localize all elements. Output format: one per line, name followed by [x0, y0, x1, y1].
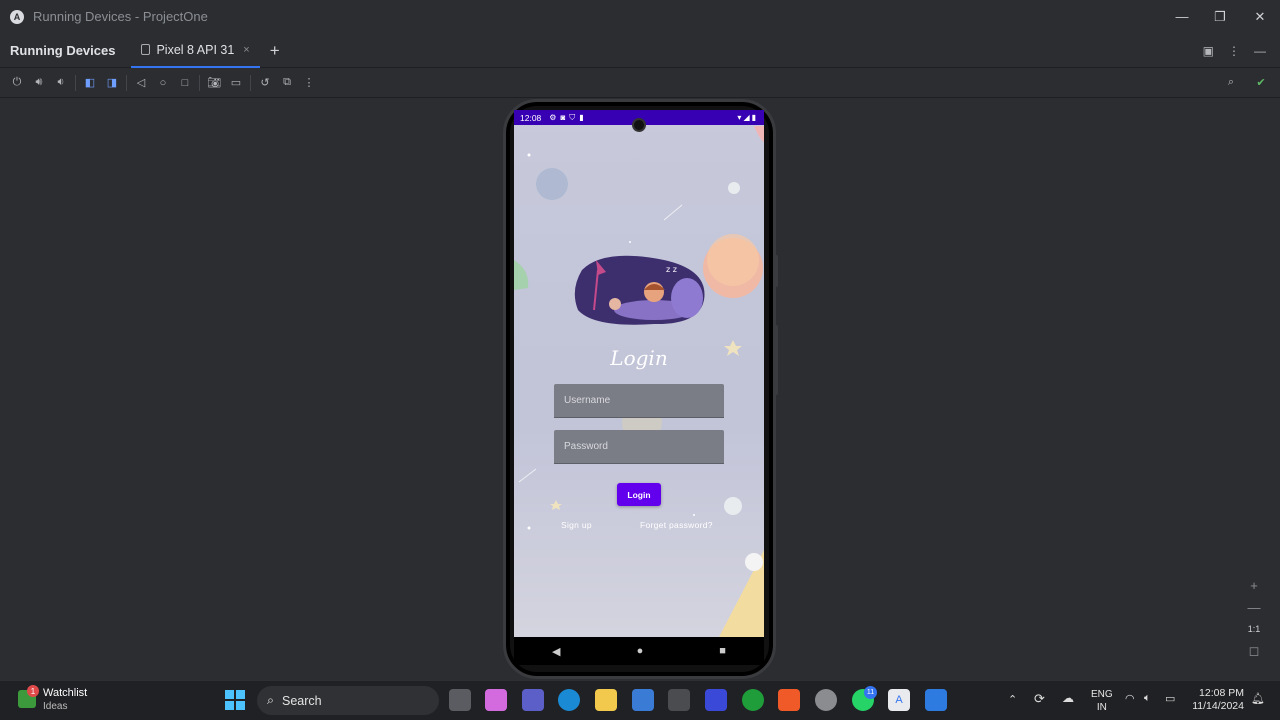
- battery-icon[interactable]: ▭: [1165, 692, 1175, 705]
- file-explorer-icon[interactable]: [595, 689, 617, 711]
- status-notification-icons: ⚙◙⛉▮: [549, 112, 588, 122]
- add-tab-button[interactable]: +: [270, 41, 280, 61]
- language-indicator[interactable]: ENG IN: [1091, 688, 1113, 714]
- reset-icon[interactable]: ↺: [254, 72, 276, 94]
- brave-icon[interactable]: [778, 689, 800, 711]
- nav-home-button[interactable]: ●: [637, 645, 644, 657]
- restore-button[interactable]: ❐: [1201, 0, 1239, 33]
- nav-recent-button[interactable]: ■: [719, 645, 726, 657]
- search-label: Search: [282, 693, 322, 708]
- search-icon: ⌕: [267, 693, 275, 707]
- azure-icon[interactable]: [705, 689, 727, 711]
- speaker-icon[interactable]: 🔈︎: [1144, 692, 1151, 705]
- space-background: z z: [514, 126, 764, 637]
- cloud-icon[interactable]: ☁: [1062, 691, 1074, 705]
- lang-bottom: IN: [1096, 702, 1107, 713]
- clock-time: 12:08 PM: [1199, 687, 1244, 699]
- edge-icon[interactable]: [558, 689, 580, 711]
- whatsapp-badge: 11: [864, 686, 877, 699]
- status-time: 12:08: [520, 112, 542, 123]
- volume-up-icon[interactable]: 🔊︎: [28, 72, 50, 94]
- signup-link[interactable]: Sign up: [561, 520, 592, 530]
- windows-start-icon[interactable]: [224, 689, 246, 711]
- taskbar-search[interactable]: ⌕ Search: [257, 686, 439, 715]
- phone-power-key: [774, 255, 778, 287]
- password-field[interactable]: Password: [554, 430, 724, 464]
- screen-record-icon[interactable]: ▭: [225, 72, 247, 94]
- home-icon[interactable]: ○: [152, 72, 174, 94]
- layout-icon[interactable]: ▣: [1203, 44, 1214, 58]
- username-placeholder: Username: [564, 395, 611, 406]
- password-placeholder: Password: [564, 441, 608, 452]
- panel-title: Running Devices: [10, 43, 116, 58]
- close-button[interactable]: ✕: [1241, 0, 1279, 33]
- title-bar: A Running Devices - ProjectOne: [0, 0, 1280, 33]
- xbox-icon[interactable]: [742, 689, 764, 711]
- back-icon[interactable]: ◁: [130, 72, 152, 94]
- overview-icon[interactable]: □: [174, 72, 196, 94]
- power-icon[interactable]: ⏻: [6, 72, 28, 94]
- phone-volume-key: [774, 325, 778, 395]
- snapshot-icon[interactable]: ⧉: [276, 72, 298, 94]
- chevron-up-icon[interactable]: ⌃: [1008, 693, 1017, 706]
- photos-icon[interactable]: [925, 689, 947, 711]
- watchlist-badge: 1: [27, 685, 39, 697]
- tab-close-icon[interactable]: ×: [243, 44, 249, 56]
- volume-down-icon[interactable]: 🔉︎: [50, 72, 72, 94]
- nav-back-button[interactable]: ◀: [552, 645, 560, 658]
- zoom-search-icon[interactable]: ⌕: [1220, 72, 1242, 94]
- tab-bar: Running Devices Pixel 8 API 31 × + ▣ ⋮ —: [0, 34, 1280, 68]
- login-title: Login: [610, 346, 668, 370]
- status-system-icons: ▾◢▮: [737, 113, 758, 122]
- clock[interactable]: 12:08 PM 11/14/2024: [1188, 687, 1244, 713]
- username-field[interactable]: Username: [554, 384, 724, 418]
- device-icon: [141, 44, 151, 55]
- wifi-icon[interactable]: ◠: [1125, 692, 1135, 705]
- store-icon[interactable]: [632, 689, 654, 711]
- widget-subtitle: Ideas: [43, 701, 68, 712]
- settings-icon[interactable]: [815, 689, 837, 711]
- hide-panel-icon[interactable]: —: [1254, 44, 1266, 58]
- notification-bell-icon[interactable]: 🔔︎: [1251, 692, 1265, 705]
- tab-label: Pixel 8 API 31: [156, 42, 235, 57]
- minimize-button[interactable]: —: [1163, 0, 1201, 33]
- zoom-in-button[interactable]: +: [1243, 574, 1265, 596]
- teams-icon[interactable]: [522, 689, 544, 711]
- device-toolbar: ⏻ 🔊︎ 🔉︎ ◧ ◨ ◁ ○ □ 📷︎ ▭ ↺ ⧉ ⋮ ⌕ ✔: [0, 68, 1280, 98]
- checkmark-icon[interactable]: ✔: [1250, 72, 1272, 94]
- tab-device[interactable]: Pixel 8 API 31 ×: [131, 34, 260, 68]
- zoom-out-button[interactable]: —: [1243, 596, 1265, 618]
- copilot-icon[interactable]: [485, 689, 507, 711]
- zoom-actual-button[interactable]: 1:1: [1243, 618, 1265, 640]
- widget-title[interactable]: Watchlist: [43, 687, 87, 699]
- rotate-right-icon[interactable]: ◨: [101, 72, 123, 94]
- sync-icon[interactable]: ⟳: [1034, 691, 1045, 707]
- device-nav-bar: ◀ ● ■: [514, 637, 764, 665]
- svg-text:z z: z z: [666, 265, 677, 274]
- android-studio-taskbar-icon[interactable]: A: [888, 689, 910, 711]
- lang-top: ENG: [1091, 689, 1113, 700]
- rotate-left-icon[interactable]: ◧: [79, 72, 101, 94]
- login-button[interactable]: Login: [617, 483, 661, 506]
- task-view-icon[interactable]: [449, 689, 471, 711]
- more-icon[interactable]: ⋮: [298, 72, 320, 94]
- screenshot-icon[interactable]: 📷︎: [203, 72, 225, 94]
- unity-icon[interactable]: [668, 689, 690, 711]
- options-icon[interactable]: ⋮: [1228, 44, 1240, 58]
- camera-cutout: [632, 118, 646, 132]
- zoom-fit-icon[interactable]: ◻: [1243, 640, 1265, 662]
- window-title: Running Devices - ProjectOne: [33, 9, 208, 24]
- clock-date: 11/14/2024: [1192, 700, 1244, 712]
- forgot-password-link[interactable]: Forget password?: [640, 520, 713, 530]
- device-screen[interactable]: z z 12:08 ⚙◙⛉▮ ▾◢▮ Login Username Passwo…: [514, 110, 764, 637]
- android-studio-icon: A: [10, 9, 24, 24]
